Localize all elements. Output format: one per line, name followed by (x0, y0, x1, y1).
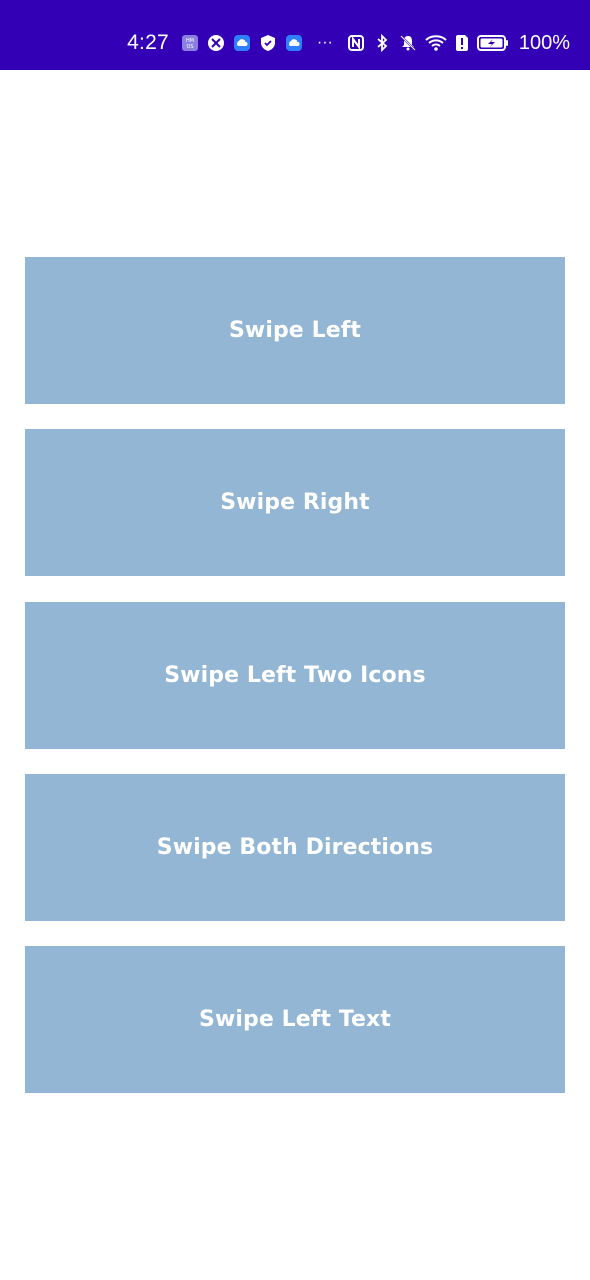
swipe-list: Swipe Left Swipe Right Swipe Left Two Ic… (0, 70, 590, 1280)
nfc-icon (347, 34, 365, 52)
bluetooth-icon (373, 34, 391, 52)
swipe-both-directions-label: Swipe Both Directions (156, 835, 434, 860)
sim-alert-icon (455, 34, 469, 52)
shield-icon (259, 34, 277, 52)
svg-text:OS: OS (186, 44, 193, 50)
swipe-both-directions-card[interactable]: Swipe Both Directions (25, 774, 565, 921)
hmos-icon: HM OS (181, 34, 199, 52)
swipe-right-card[interactable]: Swipe Right (25, 429, 565, 576)
cloud-icon (285, 34, 303, 52)
clock: 4:27 (127, 31, 169, 54)
more-icon: ··· (316, 34, 333, 51)
swipe-right-label: Swipe Right (220, 490, 370, 515)
battery-percentage: 100% (518, 31, 570, 54)
app-icon (207, 34, 225, 52)
swipe-left-text-card[interactable]: Swipe Left Text (25, 946, 565, 1093)
battery-charging-icon (476, 34, 509, 52)
swipe-left-two-icons-label: Swipe Left Two Icons (164, 663, 426, 688)
status-icons: 4:27 HM OS ··· 100% (127, 30, 570, 56)
status-bar: 4:27 HM OS ··· 100% (0, 0, 590, 70)
cloud-icon (233, 34, 251, 52)
swipe-left-two-icons-card[interactable]: Swipe Left Two Icons (25, 602, 565, 749)
swipe-left-label: Swipe Left (228, 318, 362, 343)
swipe-left-card[interactable]: Swipe Left (25, 257, 565, 404)
wifi-icon (425, 34, 447, 52)
swipe-left-text-label: Swipe Left Text (199, 1007, 391, 1032)
mute-icon (399, 34, 417, 52)
